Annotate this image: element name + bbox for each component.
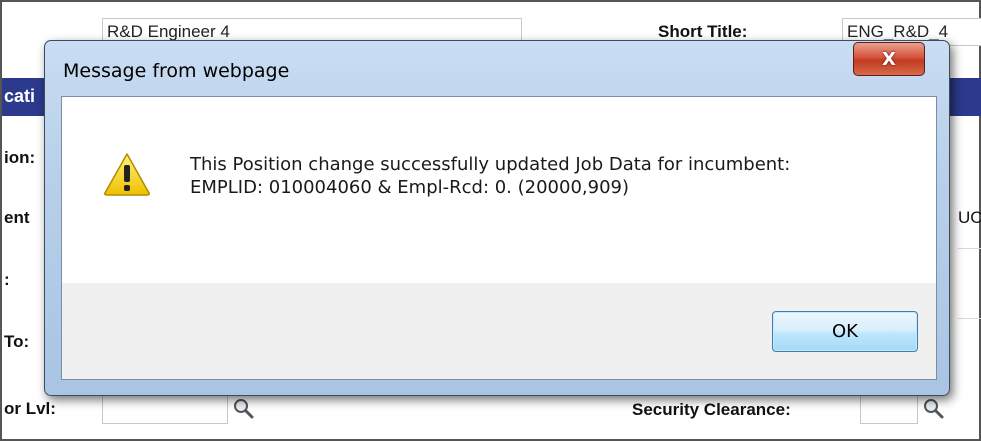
warning-icon bbox=[104, 153, 150, 196]
row-label-5: or Lvl: bbox=[4, 399, 56, 418]
dialog-message-area: This Position change successfully update… bbox=[62, 97, 936, 283]
lookup-icon[interactable] bbox=[232, 397, 254, 419]
dialog-message: This Position change successfully update… bbox=[190, 153, 910, 199]
row-label-3: : bbox=[4, 270, 10, 289]
lookup-icon[interactable] bbox=[922, 397, 944, 419]
right-divider bbox=[958, 248, 981, 249]
security-clearance-field[interactable] bbox=[860, 394, 918, 424]
short-title-label: Short Title: bbox=[658, 22, 748, 41]
row-label-1: ion: bbox=[4, 148, 36, 167]
message-dialog: Message from webpage X This Position cha… bbox=[44, 40, 950, 396]
message-line-1: This Position change successfully update… bbox=[190, 154, 791, 175]
dialog-title: Message from webpage bbox=[63, 60, 290, 82]
close-icon: X bbox=[882, 48, 896, 70]
row-label-2: ent bbox=[4, 208, 30, 227]
ok-button-label: OK bbox=[832, 321, 858, 342]
message-line-2: EMPLID: 010004060 & Empl-Rcd: 0. (20000,… bbox=[190, 177, 630, 198]
close-button[interactable]: X bbox=[853, 42, 925, 76]
row-label-4: To: bbox=[4, 332, 30, 351]
dialog-content: This Position change successfully update… bbox=[61, 96, 937, 380]
supervisor-level-field[interactable] bbox=[102, 394, 228, 424]
ok-button[interactable]: OK bbox=[772, 311, 918, 352]
section-header-text: cati bbox=[4, 86, 36, 106]
security-clearance-label: Security Clearance: bbox=[632, 400, 791, 419]
right-partial-value: UC bbox=[958, 208, 981, 227]
right-divider bbox=[958, 318, 981, 319]
